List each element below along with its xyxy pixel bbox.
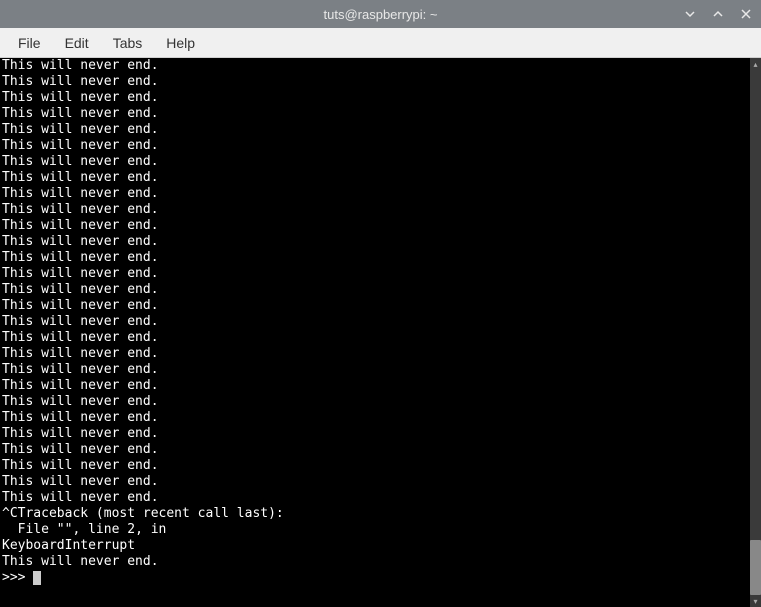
terminal-line: This will never end.	[2, 186, 748, 202]
close-icon[interactable]	[739, 7, 753, 21]
menu-file[interactable]: File	[8, 31, 51, 55]
terminal-line: This will never end.	[2, 234, 748, 250]
terminal-window: tuts@raspberrypi: ~ File Edit Tabs Help …	[0, 0, 761, 607]
terminal-line: This will never end.	[2, 202, 748, 218]
maximize-icon[interactable]	[711, 7, 725, 21]
scroll-down-icon[interactable]: ▾	[750, 595, 761, 607]
terminal-line: This will never end.	[2, 458, 748, 474]
scrollbar-track[interactable]	[750, 58, 761, 607]
terminal-line: This will never end.	[2, 378, 748, 394]
terminal-line: This will never end.	[2, 314, 748, 330]
minimize-icon[interactable]	[683, 7, 697, 21]
cursor-icon	[33, 571, 41, 585]
scrollbar-thumb[interactable]	[750, 540, 761, 595]
terminal-line: This will never end.	[2, 282, 748, 298]
terminal-line: This will never end.	[2, 218, 748, 234]
terminal-line: This will never end.	[2, 138, 748, 154]
terminal-line: This will never end.	[2, 58, 748, 74]
menu-tabs[interactable]: Tabs	[103, 31, 153, 55]
terminal-line: This will never end.	[2, 74, 748, 90]
terminal-line: This will never end.	[2, 362, 748, 378]
terminal-line: ^CTraceback (most recent call last):	[2, 506, 748, 522]
terminal-line: File "", line 2, in	[2, 522, 748, 538]
terminal-line: This will never end.	[2, 170, 748, 186]
titlebar: tuts@raspberrypi: ~	[0, 0, 761, 28]
terminal-line: This will never end.	[2, 394, 748, 410]
terminal-line: This will never end.	[2, 490, 748, 506]
terminal-line: This will never end.	[2, 154, 748, 170]
terminal-line: This will never end.	[2, 250, 748, 266]
window-controls	[683, 7, 753, 21]
terminal-line: This will never end.	[2, 554, 748, 570]
menu-edit[interactable]: Edit	[55, 31, 99, 55]
scrollbar[interactable]: ▴ ▾	[750, 58, 761, 607]
prompt-text: >>>	[2, 570, 33, 586]
menubar: File Edit Tabs Help	[0, 28, 761, 58]
terminal-line: This will never end.	[2, 122, 748, 138]
terminal-line: This will never end.	[2, 330, 748, 346]
terminal-area: This will never end.This will never end.…	[0, 58, 761, 607]
terminal-line: This will never end.	[2, 474, 748, 490]
terminal-line: This will never end.	[2, 106, 748, 122]
prompt-line: >>>	[2, 570, 748, 586]
terminal-line: This will never end.	[2, 410, 748, 426]
menu-help[interactable]: Help	[156, 31, 205, 55]
window-title: tuts@raspberrypi: ~	[324, 7, 438, 22]
terminal-line: This will never end.	[2, 346, 748, 362]
terminal-line: This will never end.	[2, 266, 748, 282]
terminal-line: KeyboardInterrupt	[2, 538, 748, 554]
terminal-line: This will never end.	[2, 298, 748, 314]
terminal-line: This will never end.	[2, 442, 748, 458]
terminal-line: This will never end.	[2, 426, 748, 442]
terminal-line: This will never end.	[2, 90, 748, 106]
terminal-content[interactable]: This will never end.This will never end.…	[0, 58, 750, 607]
